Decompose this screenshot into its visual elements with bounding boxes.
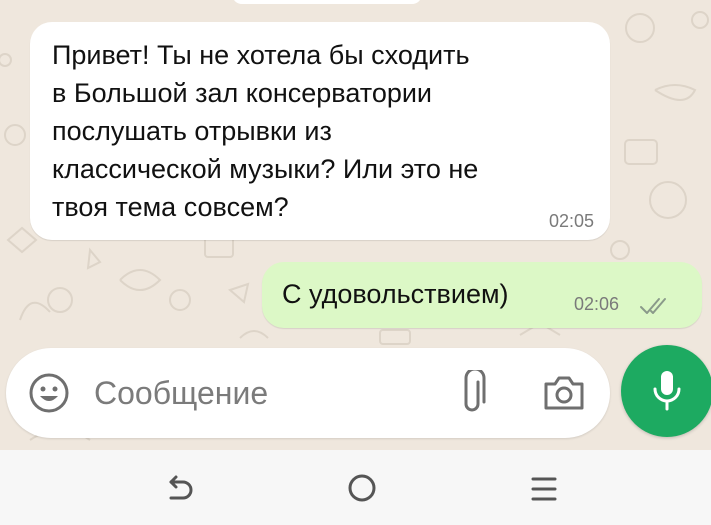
message-composer <box>6 348 610 438</box>
back-icon[interactable] <box>165 472 195 511</box>
message-line: твоя тема совсем? <box>52 192 289 222</box>
message-line: Привет! Ты не хотела бы сходить <box>52 40 470 70</box>
outgoing-message-bubble[interactable]: С удовольствием) 02:06 <box>262 262 702 328</box>
emoji-icon[interactable] <box>28 372 70 419</box>
incoming-message-text: Привет! Ты не хотела бы сходить в Большо… <box>52 36 587 226</box>
double-check-icon <box>639 296 673 321</box>
incoming-message-bubble[interactable]: Привет! Ты не хотела бы сходить в Большо… <box>30 22 610 240</box>
previous-message-edge <box>232 0 422 4</box>
outgoing-message-text: С удовольствием) <box>282 279 509 309</box>
message-line: классической музыки? Или это не <box>52 154 479 184</box>
recents-icon[interactable] <box>530 474 558 509</box>
chat-area: Привет! Ты не хотела бы сходить в Большо… <box>0 0 711 450</box>
system-navigation-bar <box>0 450 711 525</box>
paperclip-icon[interactable] <box>458 367 488 421</box>
message-timestamp: 02:06 <box>574 294 620 314</box>
home-icon[interactable] <box>346 472 378 509</box>
camera-icon[interactable] <box>542 374 586 417</box>
microphone-icon <box>649 369 685 418</box>
message-line: послушать отрывки из <box>52 116 332 146</box>
message-timestamp: 02:05 <box>548 211 594 231</box>
microphone-button[interactable] <box>621 345 711 437</box>
message-input[interactable] <box>94 372 394 414</box>
message-line: в Большой зал консерватории <box>52 78 433 108</box>
